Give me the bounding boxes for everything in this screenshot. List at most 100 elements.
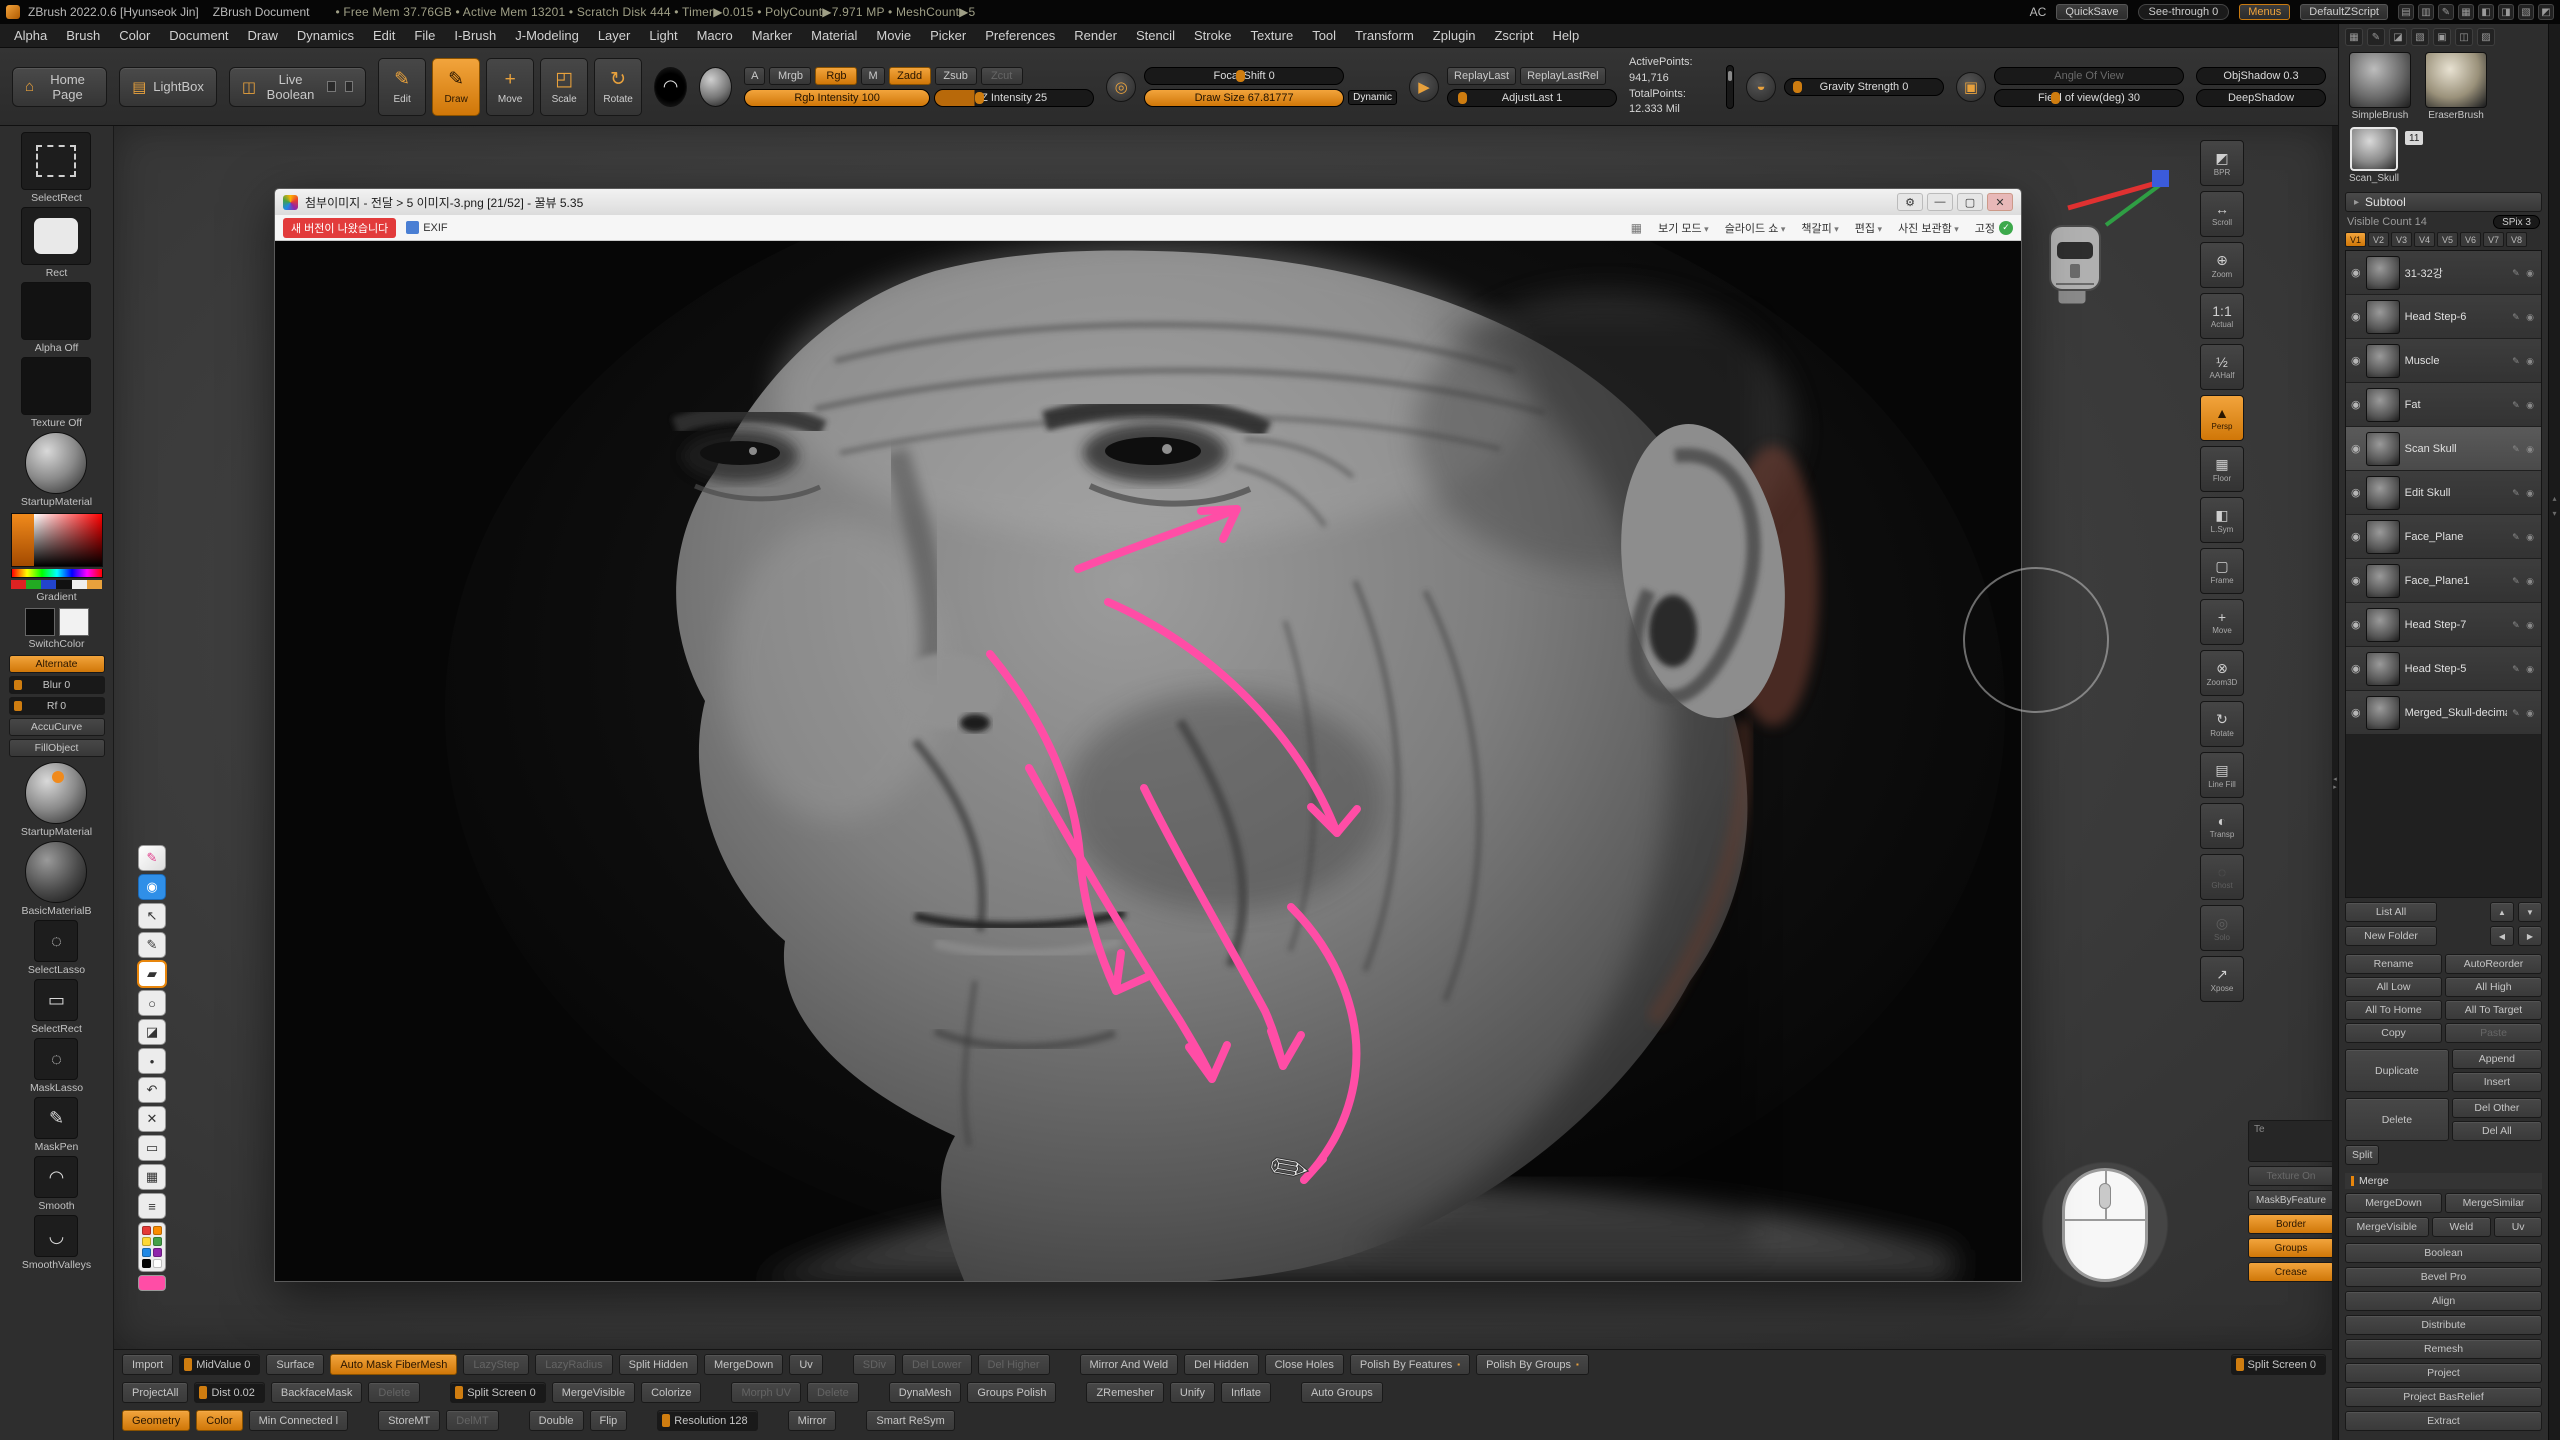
current-color-swatch[interactable] — [12, 514, 34, 566]
menu-item[interactable]: Texture — [1251, 28, 1294, 43]
bottom-button[interactable]: SDiv — [853, 1354, 896, 1375]
subtool-wide-button[interactable]: Project BasRelief — [2345, 1387, 2542, 1407]
bottom-button[interactable]: StoreMT — [378, 1410, 440, 1431]
right-shelf-button[interactable]: ↗ Xpose — [2200, 956, 2244, 1002]
right-shelf-button[interactable]: ⊗ Zoom3D — [2200, 650, 2244, 696]
right-shelf-button[interactable]: 1:1 Actual — [2200, 293, 2244, 339]
annotation-tool-button[interactable]: ▰ — [138, 961, 166, 987]
eye-icon[interactable] — [2351, 442, 2361, 455]
annotation-tool-button[interactable]: ◪ — [138, 1019, 166, 1045]
side-panel-button[interactable]: Border — [2248, 1214, 2334, 1234]
bottom-button[interactable]: MidValue 0 — [179, 1354, 260, 1375]
tray-thumbnail[interactable] — [21, 132, 91, 190]
subtool-toggles[interactable] — [2512, 531, 2536, 543]
side-panel-button[interactable]: Texture On — [2248, 1166, 2334, 1186]
minimize-button[interactable]: — — [1927, 193, 1953, 211]
subtool-action-button[interactable]: Rename — [2345, 954, 2442, 974]
subtool-row[interactable]: Edit Skull — [2346, 471, 2541, 515]
menu-item[interactable]: Dynamics — [297, 28, 354, 43]
titlebar-icon[interactable]: ◧ — [2478, 4, 2494, 20]
bottom-button[interactable]: Double — [529, 1410, 584, 1431]
subtool-row[interactable]: Face_Plane1 — [2346, 559, 2541, 603]
bottom-button[interactable]: Surface — [266, 1354, 324, 1375]
mode-toggle-button[interactable]: Zsub — [935, 67, 977, 85]
bottom-button[interactable]: LazyStep — [463, 1354, 529, 1375]
del-other-button[interactable]: Del Other — [2452, 1098, 2542, 1118]
tray-item[interactable]: Texture Off — [21, 357, 91, 429]
subtool-view-tab[interactable]: V5 — [2437, 232, 2458, 247]
tray-item[interactable]: ◌ MaskLasso — [30, 1038, 83, 1094]
subtool-action-button[interactable]: Paste — [2445, 1023, 2542, 1043]
subtool-row[interactable]: Muscle — [2346, 339, 2541, 383]
subtool-wide-button[interactable]: Bevel Pro — [2345, 1267, 2542, 1287]
current-annotation-color[interactable] — [138, 1275, 166, 1291]
tray-item[interactable]: SelectRect — [21, 132, 91, 204]
bottom-button[interactable]: ProjectAll — [122, 1382, 188, 1403]
bottom-button[interactable]: Colorize — [641, 1382, 701, 1403]
bottom-button[interactable]: LazyRadius — [535, 1354, 612, 1375]
eye-icon[interactable] — [2351, 530, 2361, 543]
camera-view-head[interactable] — [2042, 222, 2122, 314]
annotation-tool-button[interactable]: ▦ — [138, 1164, 166, 1190]
bottom-button[interactable]: Delete — [368, 1382, 420, 1403]
eye-icon[interactable] — [2351, 398, 2361, 411]
right-shelf-button[interactable]: ⊕ Zoom — [2200, 242, 2244, 288]
menu-item[interactable]: I-Brush — [454, 28, 496, 43]
subtool-action-button[interactable]: All Low — [2345, 977, 2442, 997]
bottom-button[interactable]: Dist 0.02 — [194, 1382, 264, 1403]
switch-color[interactable]: SwitchColor — [25, 608, 89, 650]
tool-palette-icon[interactable]: ✎ — [2367, 28, 2385, 46]
bottom-button[interactable]: Color — [196, 1410, 242, 1431]
subtool-view-tab[interactable]: V1 — [2345, 232, 2366, 247]
tray-button[interactable]: Rf 0 — [9, 697, 105, 715]
right-shelf-button[interactable]: ↔ Scroll — [2200, 191, 2244, 237]
subtool-toggles[interactable] — [2512, 619, 2536, 631]
subtool-action-button[interactable]: All High — [2445, 977, 2542, 997]
menu-item[interactable]: Light — [649, 28, 677, 43]
tray-item[interactable]: BasicMaterialB — [21, 841, 91, 917]
tray-button[interactable]: Alternate — [9, 655, 105, 673]
right-shelf-button[interactable]: ▤ Line Fill — [2200, 752, 2244, 798]
annotation-tool-button[interactable]: ✎ — [138, 845, 166, 871]
duplicate-button[interactable]: Duplicate — [2345, 1049, 2449, 1092]
right-shelf-button[interactable]: + Move — [2200, 599, 2244, 645]
tray-item[interactable]: ◌ SelectLasso — [28, 920, 85, 976]
rgb-intensity-slider[interactable]: Rgb Intensity 100 — [744, 89, 930, 107]
palette-swatch[interactable] — [153, 1259, 162, 1268]
subtool-row[interactable]: Merged_Skull-decimation2_5 — [2346, 691, 2541, 735]
annotation-tool-button[interactable]: ↖ — [138, 903, 166, 929]
right-shelf-button[interactable]: ◐ Transp — [2200, 803, 2244, 849]
right-shelf-button[interactable]: ◩ BPR — [2200, 140, 2244, 186]
tray-thumbnail[interactable]: ◠ — [34, 1156, 78, 1198]
bottom-button[interactable]: Del Lower — [902, 1354, 972, 1375]
viewer-menu-item[interactable]: 책갈피 — [1801, 220, 1838, 236]
tool-palette-icon[interactable]: ▣ — [2433, 28, 2451, 46]
bottom-button[interactable]: Auto Mask FiberMesh — [330, 1354, 457, 1375]
new-folder-button[interactable]: New Folder — [2345, 926, 2437, 946]
color-picker[interactable]: Gradient — [11, 513, 103, 603]
eye-icon[interactable] — [2351, 618, 2361, 631]
bottom-button[interactable]: Close Holes — [1265, 1354, 1344, 1375]
subtool-toggles[interactable] — [2512, 707, 2536, 719]
titlebar-icon[interactable]: ▥ — [2418, 4, 2434, 20]
subtool-view-tab[interactable]: V3 — [2391, 232, 2412, 247]
bottom-button[interactable]: Delete — [807, 1382, 859, 1403]
menu-item[interactable]: J-Modeling — [515, 28, 579, 43]
subtool-wide-button[interactable]: Extract — [2345, 1411, 2542, 1431]
subtool-toggles[interactable] — [2512, 487, 2536, 499]
tray-thumbnail[interactable]: ✎ — [34, 1097, 78, 1139]
close-button[interactable]: ✕ — [1987, 193, 2013, 211]
axis-gizmo[interactable] — [2060, 168, 2172, 230]
eye-icon[interactable] — [2351, 486, 2361, 499]
delete-button[interactable]: Delete — [2345, 1098, 2449, 1141]
palette-swatch[interactable] — [142, 1226, 151, 1235]
eye-icon[interactable] — [2351, 706, 2361, 719]
annotation-tool-button[interactable]: ✕ — [138, 1106, 166, 1132]
viewer-settings-button[interactable]: ⚙ — [1897, 193, 1923, 211]
tray-thumbnail[interactable] — [25, 841, 87, 903]
palette-swatch[interactable] — [153, 1226, 162, 1235]
draw-size-slider[interactable]: Draw Size 67.81777 — [1144, 89, 1344, 107]
right-shelf-button[interactable]: ½ AAHalf — [2200, 344, 2244, 390]
menu-item[interactable]: File — [414, 28, 435, 43]
bottom-button[interactable]: BackfaceMask — [271, 1382, 363, 1403]
